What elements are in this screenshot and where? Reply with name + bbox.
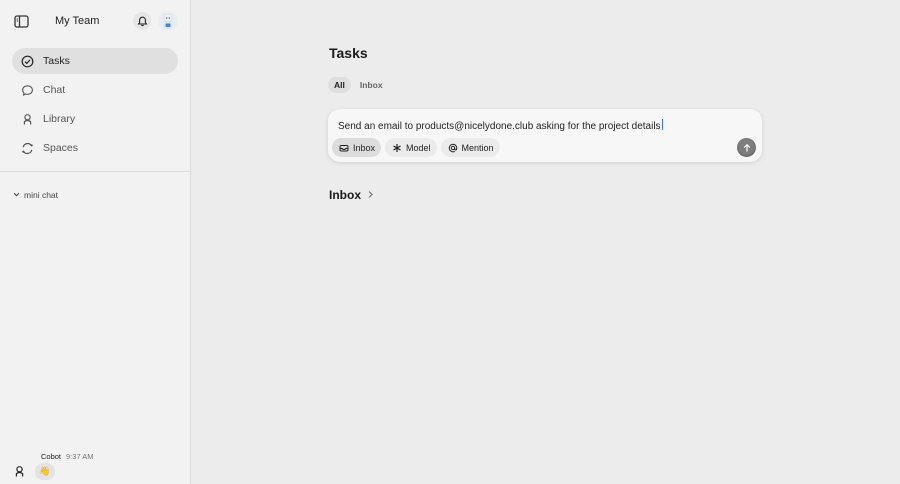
sidebar-item-label: Library [43, 113, 76, 125]
bell-icon[interactable] [133, 12, 151, 30]
user-icon[interactable] [11, 463, 27, 479]
message-sender: Cobot [41, 452, 62, 461]
sidebar-header: My Team [0, 0, 190, 42]
mini-chat-label: mini chat [24, 190, 59, 200]
send-button[interactable] [737, 138, 756, 157]
chip-label: Mention [461, 142, 494, 153]
library-icon [21, 113, 34, 126]
mini-chat-toggle[interactable]: mini chat [13, 190, 58, 200]
message-meta: Cobot 9:37 AM [41, 452, 94, 461]
arrow-up-icon [742, 143, 752, 153]
avatar[interactable] [158, 11, 178, 31]
composer-chips: Inbox Model Mention [332, 138, 504, 157]
sidebar-item-tasks[interactable]: Tasks [12, 48, 178, 74]
sidebar-item-spaces[interactable]: Spaces [12, 135, 178, 161]
message-bubble[interactable]: 👋 [35, 463, 55, 480]
tab-all[interactable]: All [328, 77, 351, 93]
section-title: Inbox [329, 188, 361, 202]
sidebar-nav: Tasks Chat Library Spaces [12, 48, 178, 164]
at-icon [448, 143, 458, 153]
message-time: 9:37 AM [66, 452, 94, 461]
inbox-chip[interactable]: Inbox [332, 138, 382, 157]
task-input[interactable]: Send an email to products@nicelydone.clu… [338, 119, 663, 132]
sidebar-item-label: Chat [43, 84, 66, 96]
chip-label: Inbox [353, 142, 376, 153]
sidebar-item-chat[interactable]: Chat [12, 77, 178, 103]
mention-chip[interactable]: Mention [440, 138, 500, 157]
chip-label: Model [406, 142, 431, 153]
sidebar-item-label: Spaces [43, 142, 79, 154]
sidebar: My Team Tasks Chat Library Spaces mini c… [0, 0, 191, 484]
inbox-icon [339, 143, 349, 153]
spaces-icon [21, 142, 34, 155]
wave-emoji: 👋 [39, 466, 51, 476]
task-input-value: Send an email to products@nicelydone.clu… [338, 121, 661, 132]
chat-bubble-icon [21, 84, 34, 97]
chevron-down-icon [13, 191, 20, 200]
inbox-section-header[interactable]: Inbox [329, 188, 374, 202]
sidebar-item-library[interactable]: Library [12, 106, 178, 132]
sidebar-item-label: Tasks [43, 55, 70, 67]
check-circle-icon [21, 55, 34, 68]
page-title: Tasks [329, 45, 368, 61]
model-icon [392, 143, 402, 153]
team-name[interactable]: My Team [55, 15, 99, 27]
tab-inbox[interactable]: Inbox [354, 77, 389, 93]
sidebar-toggle-icon[interactable] [13, 13, 30, 30]
chevron-right-icon [367, 188, 374, 202]
task-tabs: All Inbox [328, 77, 392, 93]
model-chip[interactable]: Model [385, 138, 437, 157]
task-composer: Send an email to products@nicelydone.clu… [328, 109, 762, 162]
main-content: Tasks All Inbox Send an email to product… [191, 0, 900, 484]
text-caret [661, 119, 663, 130]
sidebar-divider [0, 171, 190, 172]
